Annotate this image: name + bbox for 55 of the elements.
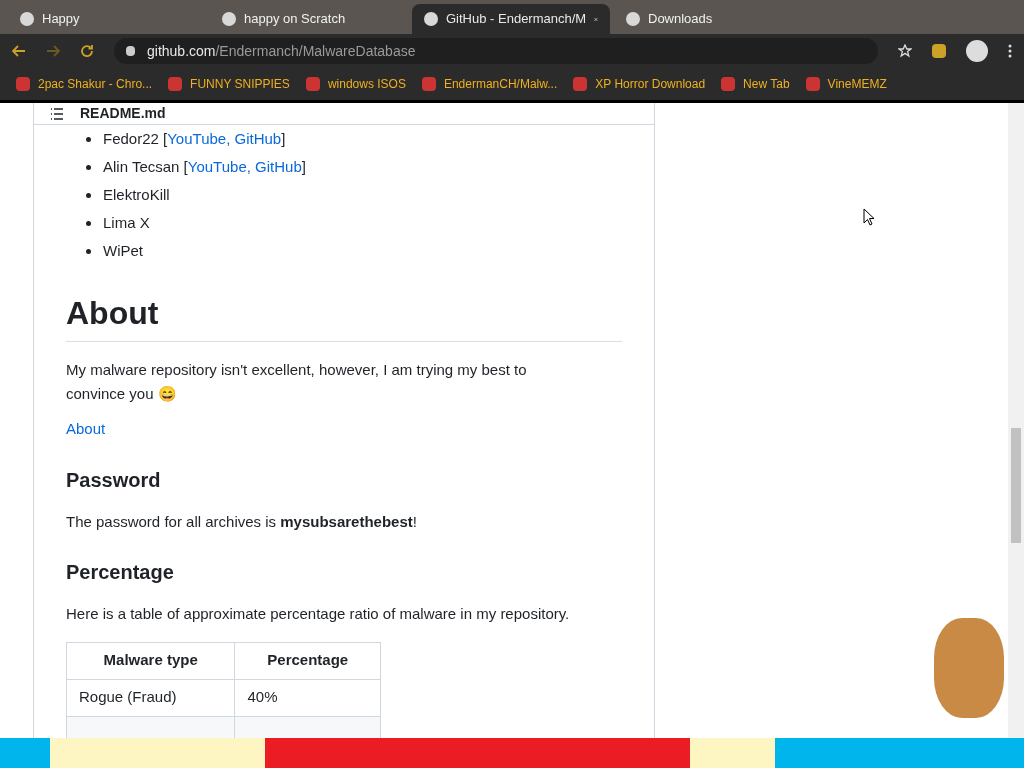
bookmark[interactable]: windows ISOS [305,75,406,93]
tab-title: GitHub - Endermanch/M [446,10,587,29]
browser-tab[interactable]: happy on Scratch [210,4,408,34]
list-item: Alin Tecsan [YouTube, GitHub] [82,153,622,181]
url-text: github.com/Endermanch/MalwareDatabase [147,41,416,61]
table-header: Percentage [234,642,381,679]
address-bar[interactable]: github.com/Endermanch/MalwareDatabase [114,38,878,64]
section-heading: Password [66,467,162,493]
tab-title: happy on Scratch [244,10,347,29]
image-link[interactable]: About [66,418,622,441]
paragraph: The password for all archives is mysubsarethebest! [66,511,418,532]
mouse-pointer-icon [863,208,875,226]
star-icon[interactable] [898,44,912,58]
tab-favicon-icon [20,12,34,26]
section-heading: Percentage [66,560,175,585]
browser-tab[interactable]: Downloads [614,4,812,34]
bookmark[interactable]: VineMEMZ [805,75,887,93]
bookmark[interactable]: EndermanCH/Malw... [421,75,558,93]
section-heading: About [66,289,622,342]
profile-icon[interactable] [966,40,988,62]
link[interactable]: YouTube, GitHub [167,127,282,151]
list-item: ElektroKill [82,181,622,209]
back-icon[interactable] [12,45,26,57]
tab-favicon-icon [424,12,438,26]
bookmark[interactable]: 2pac Shakur - Chro... [16,75,153,93]
list-item: Fedor22 [YouTube, GitHub] [82,125,622,153]
tab-title: Happy [42,10,81,29]
bookmark-favicon-icon [721,77,736,91]
bookmark-favicon-icon [573,77,588,91]
list-item: WiPet [82,237,622,265]
bookmark-favicon-icon [421,77,436,91]
bookmark-favicon-icon [805,77,820,91]
bookmark[interactable]: FUNNY SNIPPIES [168,75,290,93]
table-header: Malware type [66,642,235,679]
table-cell: 40% [234,679,381,716]
browser-tab[interactable]: Happy [8,4,206,34]
bookmark[interactable]: New Tab [721,75,790,93]
readme-filename: README.md [80,104,166,123]
bookmark-favicon-icon [16,77,30,91]
tab-title: Downloads [648,10,714,29]
paragraph: My malware repository isn't excellent, however, I am trying my best to convince you 😄 [66,360,528,404]
menu-icon[interactable] [1008,44,1012,58]
tab-favicon-icon [222,12,236,26]
bookmark[interactable]: XP Horror Download [573,75,706,93]
browser-tab[interactable]: GitHub - Endermanch/M [412,4,610,34]
link[interactable]: YouTube, GitHub [187,155,302,179]
reload-icon[interactable] [80,44,94,58]
tab-favicon-icon [626,12,640,26]
bookmark-favicon-icon [305,77,320,91]
scrollbar[interactable] [1008,103,1024,738]
bookmark-favicon-icon [168,77,183,91]
outline-icon[interactable] [50,107,64,120]
list-item: Lima X [82,209,622,237]
table-cell: Rogue (Fraud) [66,679,235,716]
paragraph: Here is a table of approximate percentage ratio of malware in my repository. [66,604,571,624]
